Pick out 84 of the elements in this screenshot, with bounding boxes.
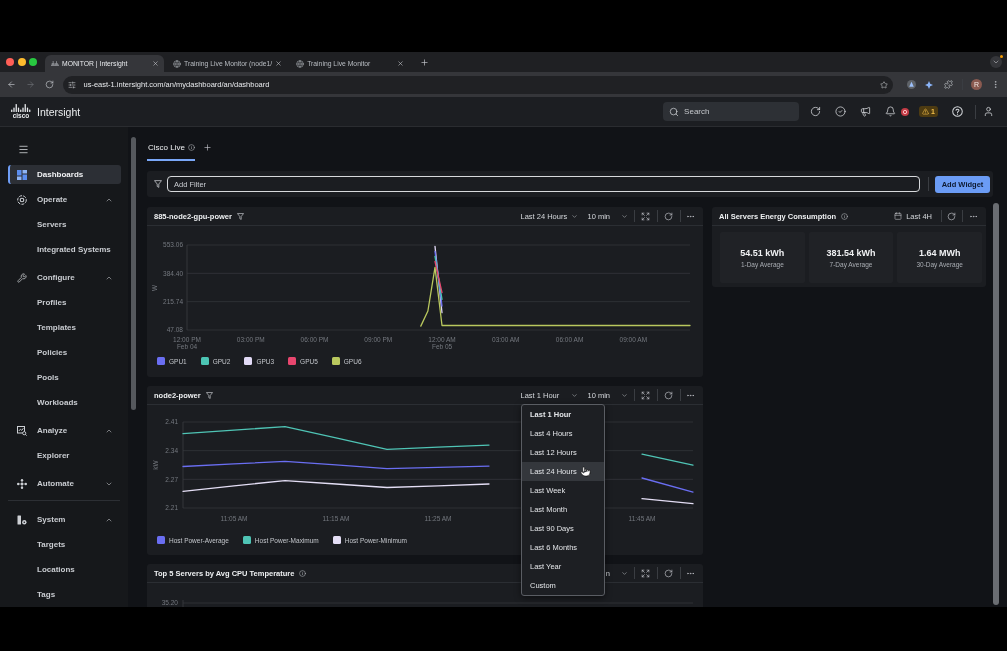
extension-circle-icon[interactable] xyxy=(906,80,916,89)
logo-bars-icon xyxy=(11,103,31,112)
bell-icon[interactable] xyxy=(885,106,897,117)
dots-icon xyxy=(17,478,27,489)
nav-group[interactable]: Configure xyxy=(8,268,121,287)
refresh-icon[interactable] xyxy=(663,568,673,578)
nav-item[interactable]: Workloads xyxy=(8,393,121,412)
expand-icon[interactable] xyxy=(640,568,650,578)
close-icon[interactable] xyxy=(397,60,405,67)
info-icon xyxy=(841,212,849,220)
arrow-left-icon[interactable] xyxy=(6,80,16,89)
chevron-down-icon xyxy=(621,391,628,399)
nav-item[interactable]: Servers xyxy=(8,215,121,234)
close-window-button[interactable] xyxy=(6,58,14,66)
refresh-icon[interactable] xyxy=(663,390,673,400)
diamond-icon[interactable] xyxy=(925,80,933,89)
check-circle-icon[interactable] xyxy=(835,106,847,117)
globe-icon xyxy=(173,59,181,68)
kebab-menu-icon[interactable] xyxy=(991,80,1000,89)
filter-icon[interactable] xyxy=(154,180,162,188)
close-icon[interactable] xyxy=(152,60,159,67)
notification-dot-icon xyxy=(1000,55,1003,58)
plus-icon[interactable] xyxy=(202,143,212,152)
close-icon[interactable] xyxy=(275,60,283,67)
user-icon[interactable] xyxy=(983,106,994,117)
nav-item[interactable]: Templates xyxy=(8,318,121,337)
nav-group[interactable]: Automate xyxy=(8,474,121,493)
nav-item[interactable]: Locations xyxy=(8,560,121,579)
reload-icon[interactable] xyxy=(44,80,54,89)
star-icon[interactable] xyxy=(880,80,888,89)
server-gear-icon xyxy=(17,514,27,525)
minimize-window-button[interactable] xyxy=(17,58,26,66)
dashboard-tab[interactable]: Cisco Live xyxy=(147,143,195,161)
puzzle-icon[interactable] xyxy=(943,80,953,89)
chart-search-icon xyxy=(17,425,27,436)
expand-icon[interactable] xyxy=(640,390,650,400)
alarm-badge-icon[interactable] xyxy=(901,107,910,116)
refresh-icon[interactable] xyxy=(663,211,673,221)
sliders-icon[interactable] xyxy=(68,80,76,89)
info-icon xyxy=(187,144,195,151)
chevron-down-icon xyxy=(571,391,579,399)
warning-icon xyxy=(922,108,930,115)
scrollbar[interactable] xyxy=(131,137,136,410)
app-name: Intersight xyxy=(37,105,81,118)
expand-icon[interactable] xyxy=(640,211,650,221)
info-icon xyxy=(299,569,307,577)
chevron-down-icon xyxy=(621,212,628,220)
nav-item[interactable]: Explorer xyxy=(8,446,121,465)
tab-list-button[interactable] xyxy=(990,56,1002,68)
calendar-icon xyxy=(894,212,903,220)
nav-group[interactable]: Operate xyxy=(8,190,121,209)
chevron-down-icon xyxy=(571,212,579,220)
dashboard-grid-icon xyxy=(17,169,27,180)
stat-value: 54.51 kWh xyxy=(740,247,785,258)
search-field[interactable]: Search xyxy=(663,102,800,121)
nav-item[interactable]: Targets xyxy=(8,535,121,554)
nav-item[interactable]: Profiles xyxy=(8,293,121,312)
target-ring-icon xyxy=(17,194,27,205)
refresh-icon[interactable] xyxy=(810,106,822,117)
refresh-icon[interactable] xyxy=(946,211,956,221)
stat-value: 1.64 MWh xyxy=(918,247,961,258)
filter-icon[interactable] xyxy=(205,391,213,399)
maximize-window-button[interactable] xyxy=(29,58,37,66)
nav-item[interactable]: Integrated Systems xyxy=(8,240,121,259)
nav-group[interactable]: Analyze xyxy=(8,421,121,440)
nav-item[interactable]: Dashboards xyxy=(8,165,121,184)
nav-item[interactable]: Policies xyxy=(8,343,121,362)
filter-icon[interactable] xyxy=(236,212,244,220)
megaphone-icon[interactable] xyxy=(860,106,872,117)
nav-group[interactable]: System xyxy=(8,510,121,529)
search-icon xyxy=(669,106,680,117)
chevron-down-icon xyxy=(992,58,1000,66)
help-icon[interactable] xyxy=(951,106,963,117)
nav-item[interactable]: Tags xyxy=(8,585,121,604)
menu-icon[interactable] xyxy=(17,144,29,155)
globe-icon xyxy=(296,59,305,68)
nav-item[interactable]: Pools xyxy=(8,368,121,387)
scrollbar[interactable] xyxy=(993,203,999,605)
chevron-down-icon xyxy=(621,569,628,577)
wrench-icon xyxy=(17,272,27,283)
plus-icon[interactable] xyxy=(420,57,430,67)
stat-value: 381.54 kWh xyxy=(826,247,876,258)
hand-cursor-icon xyxy=(579,466,591,477)
logo-bars-icon xyxy=(51,61,59,66)
